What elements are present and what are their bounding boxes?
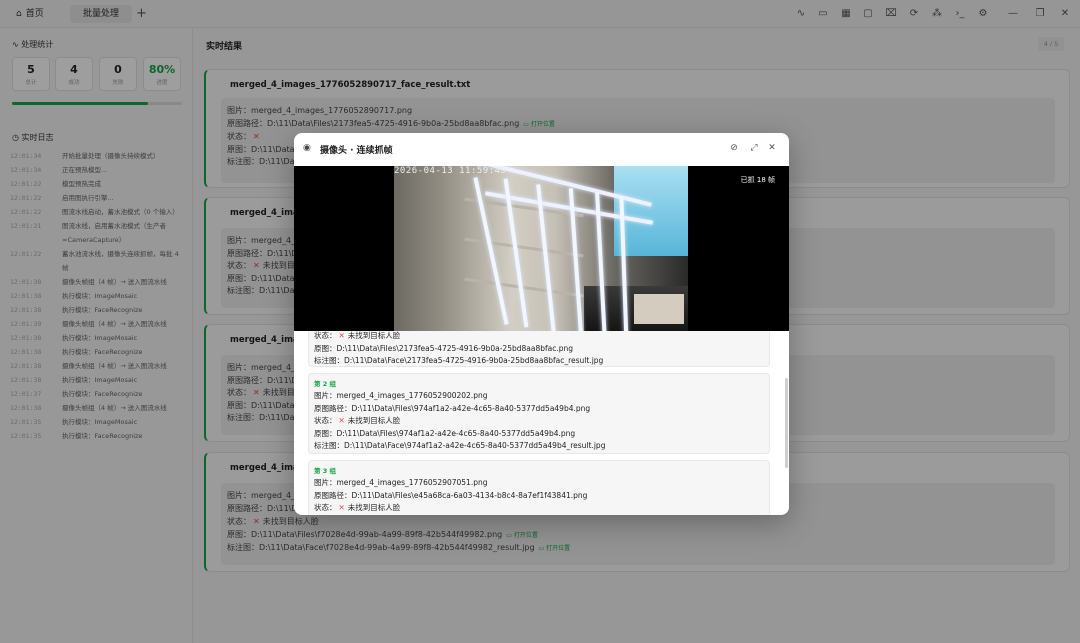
frames-grabbed-label: 已抓 18 帧 [740, 176, 775, 184]
group-label: 第 3 组 [314, 467, 337, 475]
expand-icon[interactable]: ⤢ [748, 143, 760, 153]
camera-preview: 2026-04-13 11:59:49 已抓 18 帧 [294, 166, 789, 331]
video-timestamp: 2026-04-13 11:59:49 [394, 166, 507, 176]
group-line: 原图路径：D:\11\Data\Files\974af1a2-a42e-4c65… [314, 403, 591, 413]
group-label: 第 2 组 [314, 380, 337, 388]
group-line: 原图路径：D:\11\Data\Files\e45a68ca-6a03-4134… [314, 490, 588, 500]
group-list[interactable]: 状态： ✕ 未找到目标人脸原图：D:\11\Data\Files\2173fea5-… [294, 331, 789, 515]
group-line: 状态： ✕ 未找到目标人脸 [314, 503, 401, 512]
group-line: 原图：D:\11\Data\Files\2173fea5-4725-4916-9… [314, 343, 574, 353]
modal-title: 摄像头 · 连续抓帧 [320, 146, 393, 156]
close-icon[interactable]: ✕ [766, 143, 778, 153]
group-line: 标注图：D:\11\Data\Face\974af1a2-a42e-4c65-8… [314, 441, 606, 450]
group-line: 图片：merged_4_images_1776052900202.png [314, 391, 488, 400]
group-line: 标注图：D:\11\Data\Face\2173fea5-4725-4916-9… [314, 356, 604, 365]
modal-header: ◉ 摄像头 · 连续抓帧 ⊘ ⤢ ✕ [294, 133, 789, 166]
group-card: 第 3 组图片：merged_4_images_1776052907051.pn… [308, 460, 770, 515]
group-line: 原图：D:\11\Data\Files\974af1a2-a42e-4c65-8… [314, 428, 576, 438]
group-line: 状态： ✕ 未找到目标人脸 [314, 416, 401, 425]
error-icon: ✕ [338, 416, 345, 425]
group-card: 状态： ✕ 未找到目标人脸原图：D:\11\Data\Files\2173fea5-… [308, 331, 770, 367]
camera-icon: ◉ [303, 143, 311, 153]
camera-modal: ◉ 摄像头 · 连续抓帧 ⊘ ⤢ ✕ 2026-04-13 11:59:49 已… [294, 133, 789, 515]
group-line: 图片：merged_4_images_1776052907051.png [314, 478, 488, 487]
camera-frame [394, 166, 688, 331]
group-line: 状态： ✕ 未找到目标人脸 [314, 331, 401, 340]
error-icon: ✕ [338, 503, 345, 512]
eye-off-icon[interactable]: ⊘ [728, 143, 740, 153]
modal-scrollbar[interactable] [785, 378, 788, 468]
error-icon: ✕ [338, 331, 345, 340]
group-card: 第 2 组图片：merged_4_images_1776052900202.pn… [308, 373, 770, 454]
